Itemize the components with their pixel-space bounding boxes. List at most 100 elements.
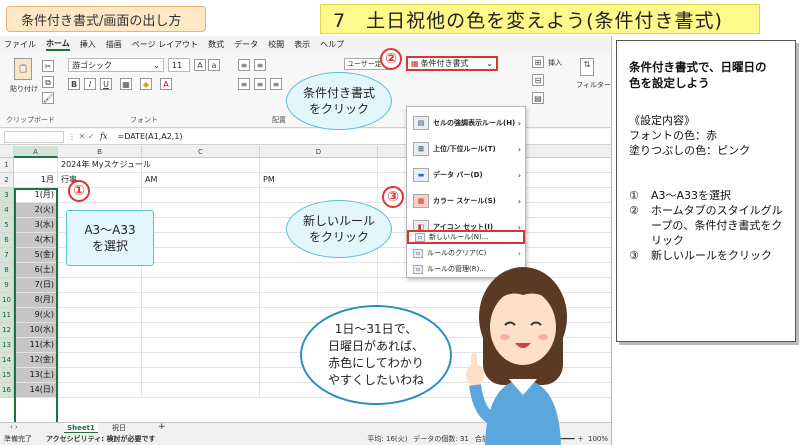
copy-icon[interactable]: ⧉ [42,76,54,88]
delete-cells-icon[interactable]: ⊟ [532,74,544,86]
grid-cell[interactable] [58,368,142,383]
increase-font-icon[interactable]: A [194,59,206,71]
name-box[interactable] [4,130,64,143]
grid-cell[interactable] [142,218,260,233]
italic-icon[interactable]: I [84,78,96,90]
border-icon[interactable]: ▦ [120,78,132,90]
grid-cell[interactable] [142,203,260,218]
tab-data[interactable]: データ [234,39,258,50]
align-top-icon[interactable]: ≡ [238,59,250,71]
grid-cell[interactable] [142,233,260,248]
fill-color-icon[interactable]: ◆ [140,78,152,90]
format-painter-icon[interactable]: 🖌 [42,92,54,104]
grid-cell[interactable]: 10(水) [14,323,58,338]
row-header[interactable]: 8 [0,263,14,278]
formula-bar-controls-icon[interactable]: ⋮ ✕ ✓ [68,132,95,141]
menu-item-new-rule[interactable]: ▫ 新しいルール(N)... [407,230,525,244]
grid-cell[interactable] [260,263,378,278]
tab-home[interactable]: ホーム [46,38,70,51]
grid-cell[interactable]: 2024年 Myスケジュール [58,158,151,173]
grid-cell[interactable] [58,383,142,398]
grid-cell[interactable]: 7(日) [14,278,58,293]
menu-item-color-scales[interactable]: ▦ カラー スケール(S) › [407,189,525,213]
font-size-select[interactable]: 11 [168,58,190,72]
format-cells-icon[interactable]: ▤ [532,92,544,104]
row-header[interactable]: 16 [0,383,14,398]
bold-icon[interactable]: B [68,78,80,90]
tab-page-layout[interactable]: ページ レイアウト [132,39,198,50]
menu-item-data-bars[interactable]: ▬ データ バー(D) › [407,163,525,187]
accessibility-status[interactable]: アクセシビリティ: 検討が必要です [46,434,155,444]
row-header[interactable]: 5 [0,218,14,233]
fx-icon[interactable]: fx [100,132,107,141]
tab-formulas[interactable]: 数式 [208,39,224,50]
row-header[interactable]: 11 [0,308,14,323]
select-all-corner[interactable] [0,146,14,158]
font-color-icon[interactable]: A [160,78,172,90]
grid-cell[interactable]: 14(日) [14,383,58,398]
grid-cell[interactable] [58,338,142,353]
grid-cell[interactable] [142,383,260,398]
grid-cell[interactable]: 3(水) [14,218,58,233]
align-center-icon[interactable]: ≡ [254,78,266,90]
grid-cell[interactable] [260,158,378,173]
grid-cell[interactable]: 9(火) [14,308,58,323]
grid-cell[interactable]: 2(火) [14,203,58,218]
column-header[interactable]: C [142,146,260,158]
sort-filter-icon[interactable]: ⇅ [580,58,594,76]
row-header[interactable]: 15 [0,368,14,383]
grid-cell[interactable]: 6(土) [14,263,58,278]
grid-cell[interactable] [142,353,260,368]
grid-cell[interactable]: AM [142,173,260,188]
grid-cell[interactable] [142,368,260,383]
tab-insert[interactable]: 挿入 [80,39,96,50]
column-header[interactable]: B [58,146,142,158]
grid-cell[interactable] [142,308,260,323]
menu-item-top-bottom-rules[interactable]: ⊞ 上位/下位ルール(T) › [407,137,525,161]
grid-cell[interactable] [260,278,378,293]
grid-cell[interactable] [142,293,260,308]
column-header[interactable]: D [260,146,378,158]
grid-cell[interactable] [142,188,260,203]
row-header[interactable]: 14 [0,353,14,368]
column-header[interactable]: A [14,146,58,158]
zoom-level[interactable]: 100% [588,435,608,443]
tab-view[interactable]: 表示 [294,39,310,50]
tab-help[interactable]: ヘルプ [320,39,344,50]
row-header[interactable]: 4 [0,203,14,218]
grid-cell[interactable] [142,338,260,353]
cut-icon[interactable]: ✂ [42,60,54,72]
add-sheet-button[interactable]: + [158,422,166,432]
row-header[interactable]: 1 [0,158,14,173]
row-header[interactable]: 13 [0,338,14,353]
grid-cell[interactable]: 5(金) [14,248,58,263]
grid-cell[interactable] [58,308,142,323]
grid-cell[interactable]: 8(月) [14,293,58,308]
formula-input[interactable]: =DATE(A1,A2,1) [117,132,182,141]
decrease-font-icon[interactable]: a [208,59,220,71]
tab-review[interactable]: 校閲 [268,39,284,50]
grid-cell[interactable] [142,323,260,338]
underline-icon[interactable]: U [100,78,112,90]
grid-cell[interactable]: 11(木) [14,338,58,353]
row-header[interactable]: 6 [0,233,14,248]
grid-cell[interactable] [14,158,58,173]
grid-cell[interactable] [58,353,142,368]
sheet-tab[interactable]: 祝日 [112,423,126,433]
grid-cell[interactable] [142,248,260,263]
grid-cell[interactable]: 4(木) [14,233,58,248]
row-header[interactable]: 3 [0,188,14,203]
row-header[interactable]: 2 [0,173,14,188]
grid-cell[interactable] [58,278,142,293]
grid-cell[interactable]: 1月 [14,173,58,188]
grid-cell[interactable] [260,188,378,203]
row-header[interactable]: 7 [0,248,14,263]
grid-cell[interactable] [142,158,260,173]
filter-button[interactable]: フィルター [576,80,611,90]
paste-icon[interactable]: 📋 [14,58,32,80]
grid-cell[interactable]: 13(土) [14,368,58,383]
sheet-nav-arrows-icon[interactable]: ‹ › [10,423,18,431]
row-header[interactable]: 12 [0,323,14,338]
tab-draw[interactable]: 描画 [106,39,122,50]
grid-cell[interactable]: 1(月) [14,188,58,203]
